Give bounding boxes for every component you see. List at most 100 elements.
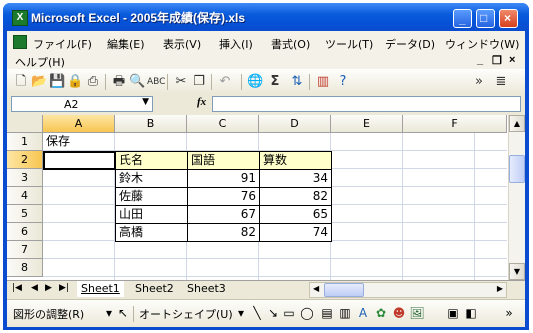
rectangle-icon[interactable]: ▭ [281,305,297,321]
chart-wizard-icon[interactable]: ▥ [315,74,331,90]
draw-menu-button[interactable]: 図形の調整(R) [13,306,84,322]
new-icon[interactable]: 🗋 [13,74,29,90]
scroll-left-button[interactable]: ◀ [313,284,319,293]
spelling-icon[interactable]: ABC [147,74,165,90]
cut-icon[interactable]: ✂ [173,74,189,90]
cell-d2[interactable]: 算数 [259,151,332,170]
menu-edit[interactable]: 編集(E) [107,36,145,52]
name-box[interactable]: A2 ▼ [11,96,153,112]
menu-format[interactable]: 書式(O) [271,36,310,52]
cell-c6[interactable]: 82 [187,223,260,242]
title-bar[interactable]: X Microsoft Excel - 2005年成績(保存).xls _ □ … [3,3,529,31]
picture-icon[interactable]: 🖼 [409,305,425,321]
print-icon[interactable]: 🖶 [111,74,127,90]
doc-minimize-button[interactable]: _ [477,54,483,66]
cell-d6[interactable]: 74 [259,223,332,242]
undo-icon[interactable]: ↶ [217,74,233,90]
column-header-b[interactable]: B [115,115,187,133]
cell-b3[interactable]: 鈴木 [115,169,188,188]
workbook-icon[interactable] [13,35,27,49]
cell-c4[interactable]: 76 [187,187,260,206]
maximize-button[interactable]: □ [476,9,495,28]
options-icon[interactable]: » [471,74,487,90]
tab-sheet3[interactable]: Sheet3 [183,281,230,297]
menu-file[interactable]: ファイル(F) [33,36,92,52]
wordart-icon[interactable]: A [355,305,371,321]
preview-icon[interactable]: 🔍 [129,74,145,90]
align-icon[interactable]: ≣ [493,74,509,90]
select-all-corner[interactable] [7,115,43,133]
column-header-d[interactable]: D [259,115,331,133]
copy-icon[interactable]: ❐ [191,74,207,90]
cell-b6[interactable]: 高橋 [115,223,188,242]
tab-sheet2[interactable]: Sheet2 [131,281,178,297]
permission-icon[interactable]: 🔒 [67,74,83,90]
cell-c5[interactable]: 67 [187,205,260,224]
cell-b4[interactable]: 佐藤 [115,187,188,206]
minimize-button[interactable]: _ [453,9,472,28]
print-preview-icon[interactable]: ⎙ [85,74,101,90]
menu-window[interactable]: ウィンドウ(W) [445,36,519,52]
help-icon[interactable]: ? [335,74,351,90]
autosum-icon[interactable]: Σ [267,74,283,90]
formula-input[interactable] [212,96,521,112]
cell-c3[interactable]: 91 [187,169,260,188]
shadow-icon[interactable]: ▣ [445,305,461,321]
oval-icon[interactable]: ◯ [299,305,315,321]
row-header-2[interactable]: 2 [7,151,43,169]
cell-c2[interactable]: 国語 [187,151,260,170]
chevron-down-icon[interactable]: ▼ [142,97,149,107]
diagram-icon[interactable]: ✿ [373,305,389,321]
close-button[interactable]: × [499,9,518,28]
doc-restore-button[interactable]: ❐ [492,54,502,67]
column-header-e[interactable]: E [331,115,403,133]
scroll-down-button[interactable]: ▼ [509,263,525,280]
row-header-6[interactable]: 6 [7,223,43,241]
open-icon[interactable]: 📂 [31,74,47,90]
column-header-c[interactable]: C [187,115,259,133]
autoshape-menu-button[interactable]: オートシェイプ(U) [139,306,233,322]
row-header-7[interactable]: 7 [7,241,43,259]
prev-sheet-icon[interactable]: ◀ [31,283,38,293]
save-icon[interactable]: 💾 [49,74,65,90]
vertical-textbox-icon[interactable]: ▥ [337,305,353,321]
menu-insert[interactable]: 挿入(I) [219,36,253,52]
column-header-f[interactable]: F [403,115,507,133]
arrow-icon[interactable]: ↘ [265,305,281,321]
select-pointer-icon[interactable]: ↖ [115,305,131,321]
horizontal-scrollbar[interactable]: ◀ ▶ [309,282,507,298]
menu-view[interactable]: 表示(V) [163,36,201,52]
hyperlink-icon[interactable]: 🌐 [247,74,263,90]
first-sheet-icon[interactable]: |◀ [12,283,22,293]
cell-b5[interactable]: 山田 [115,205,188,224]
row-header-8[interactable]: 8 [7,259,43,277]
line-icon[interactable]: ╲ [249,305,265,321]
excel-icon[interactable]: X [12,10,28,26]
row-header-3[interactable]: 3 [7,169,43,187]
row-header-5[interactable]: 5 [7,205,43,223]
next-sheet-icon[interactable]: ▶ [45,283,52,293]
cell-d4[interactable]: 82 [259,187,332,206]
textbox-icon[interactable]: ▤ [319,305,335,321]
doc-close-button[interactable]: × [509,54,515,66]
menu-help[interactable]: ヘルプ(H) [15,54,65,70]
cell-a2-active[interactable] [43,151,116,170]
scroll-thumb[interactable] [509,155,525,183]
hscroll-thumb[interactable] [324,283,364,297]
clipart-icon[interactable]: ☻ [391,305,407,321]
vertical-scrollbar[interactable]: ▲ ▼ [508,115,525,280]
fx-icon[interactable]: fx [197,96,206,108]
row-header-4[interactable]: 4 [7,187,43,205]
menu-tools[interactable]: ツール(T) [325,36,373,52]
tab-sheet1[interactable]: Sheet1 [77,281,124,297]
last-sheet-icon[interactable]: ▶| [59,283,69,293]
cell-d5[interactable]: 65 [259,205,332,224]
cell-d3[interactable]: 34 [259,169,332,188]
sort-ascending-icon[interactable]: ⇅ [289,74,305,90]
scroll-right-button[interactable]: ▶ [497,284,503,293]
dropdown-arrow-icon[interactable]: ▾ [233,305,249,321]
column-header-a[interactable]: A [43,115,115,133]
cell-a1[interactable]: 保存 [43,133,115,151]
3d-icon[interactable]: ◧ [463,305,479,321]
cell-b2[interactable]: 氏名 [115,151,188,170]
